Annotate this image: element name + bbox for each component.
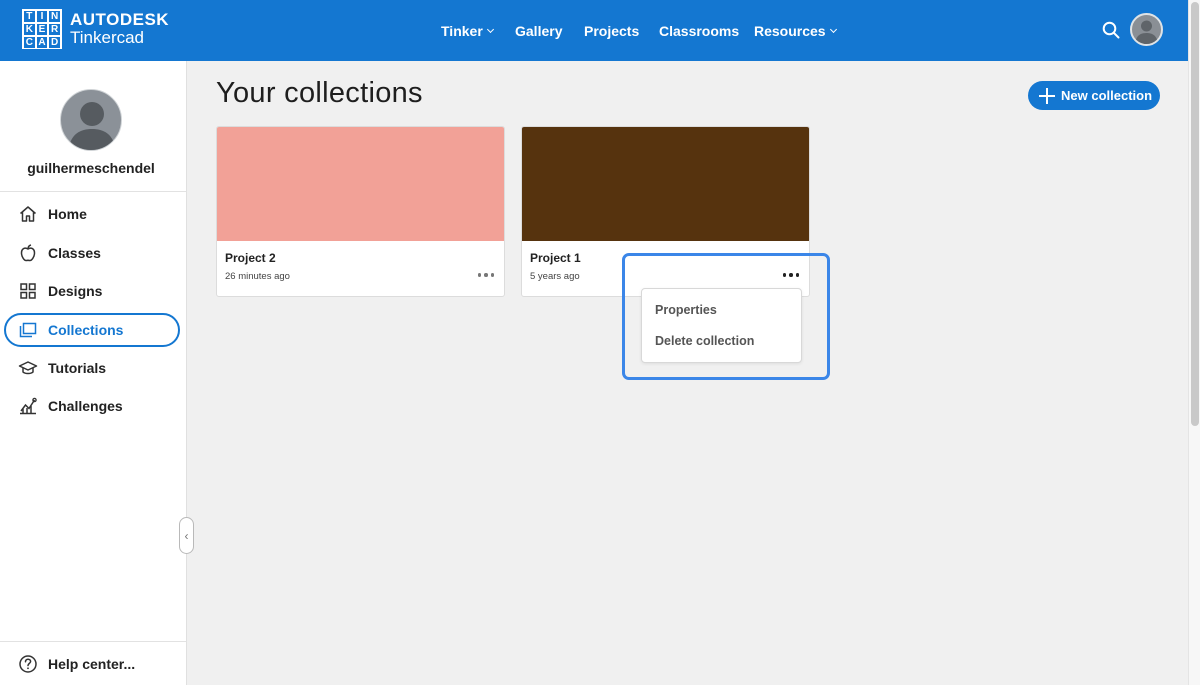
sidebar-item-tutorials[interactable]: Tutorials: [4, 351, 180, 385]
chevron-down-icon: [829, 25, 837, 33]
nav-tinker[interactable]: Tinker: [441, 0, 494, 61]
nav-resources[interactable]: Resources: [754, 0, 837, 61]
apple-icon: [20, 244, 36, 262]
chevron-down-icon: [486, 25, 494, 33]
chevron-left-icon: ‹: [184, 528, 189, 543]
scrollbar-thumb[interactable]: [1191, 2, 1199, 426]
collection-name[interactable]: Project 2: [225, 251, 276, 265]
nav-classrooms[interactable]: Classrooms: [659, 0, 739, 61]
logo-letter: C: [23, 36, 36, 49]
sidebar-item-collections[interactable]: Collections: [4, 313, 180, 347]
collection-thumbnail[interactable]: [217, 127, 504, 241]
logo-letter: T: [23, 10, 36, 23]
profile-username[interactable]: guilhermeschendel: [0, 160, 182, 176]
help-center-label: Help center...: [48, 655, 136, 672]
sidebar-item-challenges[interactable]: Challenges: [4, 389, 180, 423]
sidebar-item-label: Challenges: [48, 398, 123, 414]
top-bar: T I N K E R C A D AUTODESK Tinkercad Tin…: [0, 0, 1188, 61]
profile-avatar[interactable]: [60, 89, 122, 151]
logo-letter: E: [35, 23, 49, 36]
sidebar-item-label: Classes: [48, 245, 101, 261]
user-silhouette-icon: [68, 102, 116, 150]
nav-gallery[interactable]: Gallery: [515, 0, 562, 61]
more-options-icon[interactable]: [477, 273, 494, 277]
sidebar-item-label: Tutorials: [48, 360, 107, 376]
new-collection-label: New collection: [1061, 88, 1153, 103]
nav-gallery-label: Gallery: [515, 22, 563, 39]
nav-projects-label: Projects: [584, 22, 640, 39]
help-center-link[interactable]: Help center...: [0, 641, 186, 685]
brand-autodesk: AUTODESK: [70, 10, 170, 29]
menu-item-properties[interactable]: Properties: [655, 303, 717, 317]
new-collection-button[interactable]: New collection: [1028, 81, 1160, 110]
graduation-cap-icon: [18, 361, 38, 375]
nav-projects[interactable]: Projects: [584, 0, 639, 61]
sidebar-item-designs[interactable]: Designs: [4, 274, 180, 308]
help-icon: [19, 654, 37, 673]
sidebar-collapse-handle[interactable]: ‹: [179, 517, 194, 554]
logo-letter: R: [48, 23, 61, 36]
page-scrollbar[interactable]: [1188, 0, 1200, 685]
logo-letter: I: [35, 10, 49, 23]
sidebar-divider: [0, 191, 186, 192]
home-icon: [20, 206, 36, 222]
collection-options-menu: Properties Delete collection: [641, 288, 802, 363]
sidebar: guilhermeschendel Home Classes Designs C…: [0, 61, 187, 685]
collection-name[interactable]: Project 1: [530, 251, 581, 265]
collection-time: 26 minutes ago: [225, 271, 290, 282]
search-icon[interactable]: [1102, 21, 1120, 39]
nav-tinker-label: Tinker: [441, 22, 483, 39]
sidebar-item-label: Designs: [48, 283, 103, 299]
logo-letter: D: [48, 36, 61, 49]
chart-icon: [20, 397, 37, 415]
logo-letter: K: [23, 23, 36, 36]
tinkercad-logo[interactable]: T I N K E R C A D: [22, 9, 62, 49]
logo-letter: A: [35, 36, 49, 49]
logo-letter: N: [48, 10, 61, 23]
page-title: Your collections: [216, 77, 423, 109]
collection-time: 5 years ago: [530, 271, 580, 282]
grid-icon: [20, 283, 36, 299]
user-silhouette-icon: [1135, 20, 1158, 44]
menu-item-delete-collection[interactable]: Delete collection: [655, 334, 754, 348]
user-avatar[interactable]: [1130, 13, 1163, 46]
plus-icon: [1039, 87, 1055, 104]
nav-resources-label: Resources: [754, 22, 826, 39]
sidebar-item-home[interactable]: Home: [4, 197, 180, 231]
collection-thumbnail[interactable]: [522, 127, 809, 241]
nav-classrooms-label: Classrooms: [659, 22, 740, 39]
collection-card-project-2[interactable]: Project 2 26 minutes ago: [216, 126, 505, 297]
brand-tinkercad: Tinkercad: [70, 28, 145, 47]
sidebar-item-label: Collections: [48, 322, 124, 338]
sidebar-item-classes[interactable]: Classes: [4, 236, 180, 270]
sidebar-item-label: Home: [48, 206, 87, 222]
folder-icon: [19, 322, 37, 338]
